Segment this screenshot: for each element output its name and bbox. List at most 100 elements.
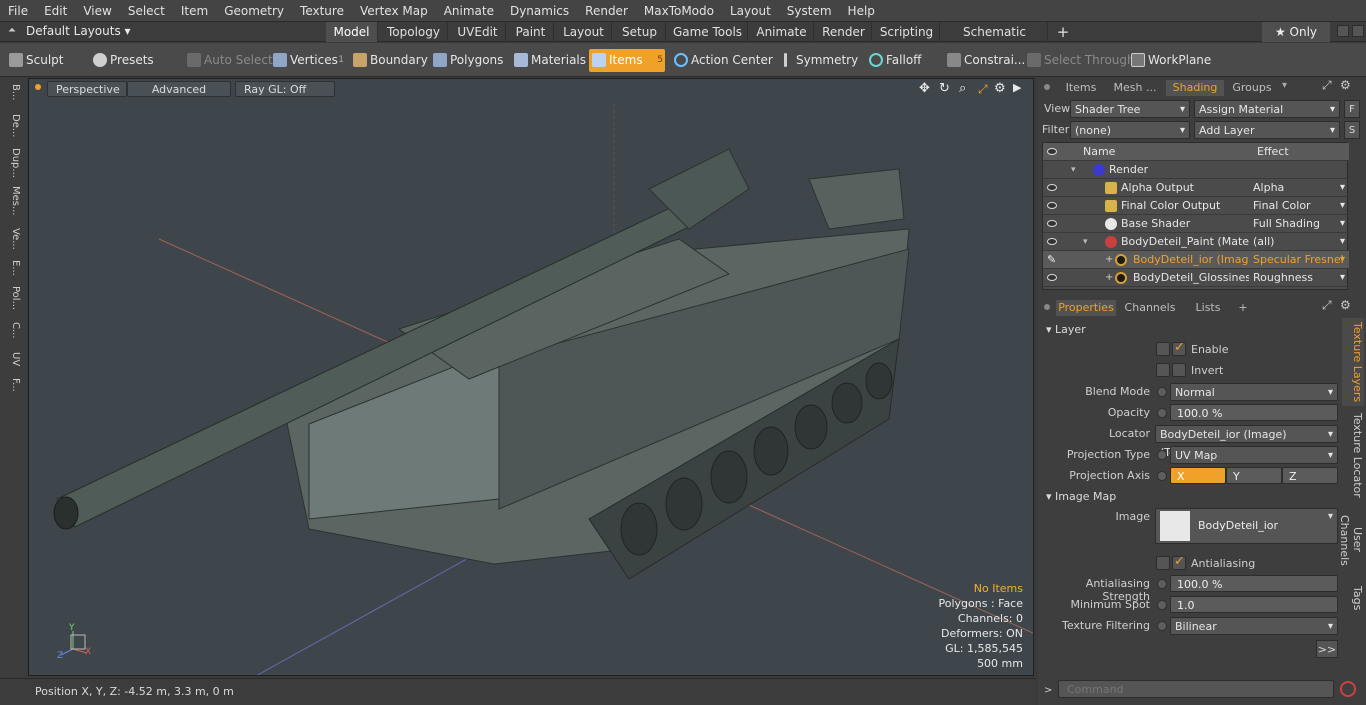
props-gear-icon[interactable]: ⚙	[1340, 298, 1351, 312]
left-tab-curve[interactable]: C...	[5, 322, 21, 339]
collapse-up-icon[interactable]: ⏶	[8, 25, 16, 36]
materials-button[interactable]: Materials	[511, 49, 587, 72]
filter-dropdown[interactable]: (none)	[1070, 121, 1190, 140]
select-through-button[interactable]: Select Through	[1024, 49, 1135, 72]
left-tab-uv[interactable]: UV	[5, 352, 21, 366]
left-tab-deform[interactable]: De...	[5, 114, 21, 137]
effect-dropdown[interactable]: Roughness	[1253, 269, 1347, 287]
left-tab-duplicate[interactable]: Dup...	[5, 148, 21, 178]
antialiasing-checkbox[interactable]	[1172, 554, 1186, 570]
menu-geometry[interactable]: Geometry	[216, 0, 292, 22]
raygl-dropdown[interactable]: Ray GL: Off	[235, 81, 335, 97]
effect-dropdown[interactable]: Alpha	[1253, 179, 1347, 197]
blend-mode-anim-dot[interactable]	[1157, 387, 1167, 397]
rotate-icon[interactable]: ↻	[939, 81, 950, 96]
sculpt-button[interactable]: Sculpt	[6, 49, 86, 72]
left-tab-vertex[interactable]: Ve...	[5, 228, 21, 250]
maximize-icon[interactable]	[1337, 25, 1349, 37]
s-button[interactable]: S	[1344, 121, 1360, 139]
expand-plus-icon[interactable]: +	[1105, 251, 1113, 269]
visibility-eye-icon[interactable]	[1047, 238, 1057, 245]
paint-brush-icon[interactable]: ✎	[1047, 251, 1056, 269]
menu-help[interactable]: Help	[840, 0, 883, 22]
polygons-button[interactable]: Polygons	[430, 49, 506, 72]
tree-row-base-shader[interactable]: Base Shader Full Shading	[1043, 215, 1349, 233]
blend-mode-dropdown[interactable]: Normal	[1170, 383, 1338, 402]
projection-type-dropdown[interactable]: UV Map	[1170, 446, 1338, 465]
vtab-user-channels[interactable]: User Channels	[1338, 502, 1364, 578]
panel-expand-icon[interactable]: ⤢	[1322, 78, 1332, 93]
menu-file[interactable]: File	[0, 0, 36, 22]
enable-checkbox[interactable]	[1172, 340, 1186, 356]
only-toggle[interactable]: ★ Only	[1262, 22, 1330, 42]
vertices-button[interactable]: Vertices 1	[270, 49, 346, 72]
panel-gear-icon[interactable]: ⚙	[1340, 78, 1351, 92]
zoom-icon[interactable]: ⌕	[959, 81, 966, 96]
tab-model[interactable]: Model	[326, 22, 378, 42]
tab-schematic-fusion[interactable]: Schematic Fusion	[942, 22, 1048, 59]
tabs-more-icon[interactable]: ▾	[1282, 80, 1287, 91]
tree-row-alpha-output[interactable]: Alpha Output Alpha	[1043, 179, 1349, 197]
add-layer-dropdown[interactable]: Add Layer	[1194, 121, 1340, 140]
aa-strength-anim-dot[interactable]	[1157, 579, 1167, 589]
aa-strength-field[interactable]: 100.0 %	[1170, 575, 1338, 592]
effect-dropdown[interactable]: Final Color	[1253, 197, 1347, 215]
items-button[interactable]: Items 5	[589, 49, 665, 72]
opacity-field[interactable]: 100.0 %	[1170, 404, 1338, 421]
visibility-eye-icon[interactable]	[1047, 184, 1057, 191]
menu-view[interactable]: View	[75, 0, 119, 22]
menu-maxtomodo[interactable]: MaxToModo	[636, 0, 722, 22]
assign-material-button[interactable]: Assign Material	[1194, 100, 1340, 119]
left-tab-fusion[interactable]: F...	[5, 378, 21, 392]
tree-row-final-color-output[interactable]: Final Color Output Final Color	[1043, 197, 1349, 215]
left-tab-edge[interactable]: E...	[5, 260, 21, 276]
tree-row-bodydeteil-glossines[interactable]: + BodyDeteil_Glossines ... Roughness	[1043, 269, 1349, 287]
menu-dynamics[interactable]: Dynamics	[502, 0, 577, 22]
tab-lists[interactable]: Lists	[1184, 300, 1232, 316]
more-button[interactable]: >>	[1316, 640, 1338, 658]
minimum-spot-anim-dot[interactable]	[1157, 600, 1167, 610]
tab-groups[interactable]: Groups	[1228, 80, 1276, 96]
axis-z-button[interactable]: Z	[1282, 467, 1338, 484]
presets-button[interactable]: Presets	[90, 49, 170, 72]
visibility-eye-icon[interactable]	[1047, 202, 1057, 209]
perspective-dropdown[interactable]: Perspective	[47, 81, 127, 97]
left-tab-polygon[interactable]: Pol...	[5, 286, 21, 310]
invert-checkbox[interactable]	[1172, 363, 1186, 377]
default-layouts-dropdown[interactable]: Default Layouts ▾	[26, 24, 131, 38]
tree-row-bodydeteil-paint[interactable]: ▾ BodyDeteil_Paint (Mater... (all)	[1043, 233, 1349, 251]
col-name-header[interactable]: Name	[1083, 143, 1115, 161]
advanced-dropdown[interactable]: Advanced	[127, 81, 231, 97]
projection-type-anim-dot[interactable]	[1157, 450, 1167, 460]
expand-plus-icon[interactable]: +	[1105, 269, 1113, 287]
expand-right-icon[interactable]: ▶	[1013, 81, 1021, 94]
minimum-spot-field[interactable]: 1.0	[1170, 596, 1338, 613]
workplane-button[interactable]: WorkPlane	[1128, 49, 1211, 72]
col-effect-header[interactable]: Effect	[1257, 143, 1289, 161]
tab-channels[interactable]: Channels	[1120, 300, 1180, 316]
menu-render[interactable]: Render	[577, 0, 636, 22]
gear-icon[interactable]: ⚙	[994, 81, 1006, 96]
tree-row-bodydeteil-ior[interactable]: ✎ + BodyDeteil_ior (Image) Specular Fres…	[1043, 251, 1349, 269]
falloff-button[interactable]: Falloff	[866, 49, 940, 72]
menu-vertex-map[interactable]: Vertex Map	[352, 0, 436, 22]
props-expand-icon[interactable]: ⤢	[1322, 298, 1332, 313]
tab-paint[interactable]: Paint	[508, 22, 554, 42]
pan-icon[interactable]: ✥	[919, 81, 930, 96]
projection-axis-anim-dot[interactable]	[1157, 471, 1167, 481]
tank-model[interactable]	[53, 148, 910, 580]
axis-y-button[interactable]: Y	[1226, 467, 1282, 484]
axis-x-button[interactable]: X	[1170, 467, 1226, 484]
3d-viewport[interactable]: Perspective Advanced Ray GL: Off ✥ ↻ ⌕ ⤢…	[28, 78, 1034, 676]
effect-dropdown[interactable]: Specular Fresnel	[1253, 251, 1347, 269]
visibility-eye-icon[interactable]	[1047, 274, 1057, 281]
tab-layout[interactable]: Layout	[556, 22, 612, 42]
effect-dropdown[interactable]: Full Shading	[1253, 215, 1347, 233]
menu-edit[interactable]: Edit	[36, 0, 75, 22]
command-input[interactable]	[1058, 680, 1334, 698]
visibility-eye-icon[interactable]	[1047, 220, 1057, 227]
boundary-button[interactable]: Boundary	[350, 49, 428, 72]
vtab-tags[interactable]: Tags	[1342, 582, 1364, 614]
f-button[interactable]: F	[1344, 100, 1360, 118]
expand-arrow-icon[interactable]: ▾	[1083, 233, 1088, 251]
